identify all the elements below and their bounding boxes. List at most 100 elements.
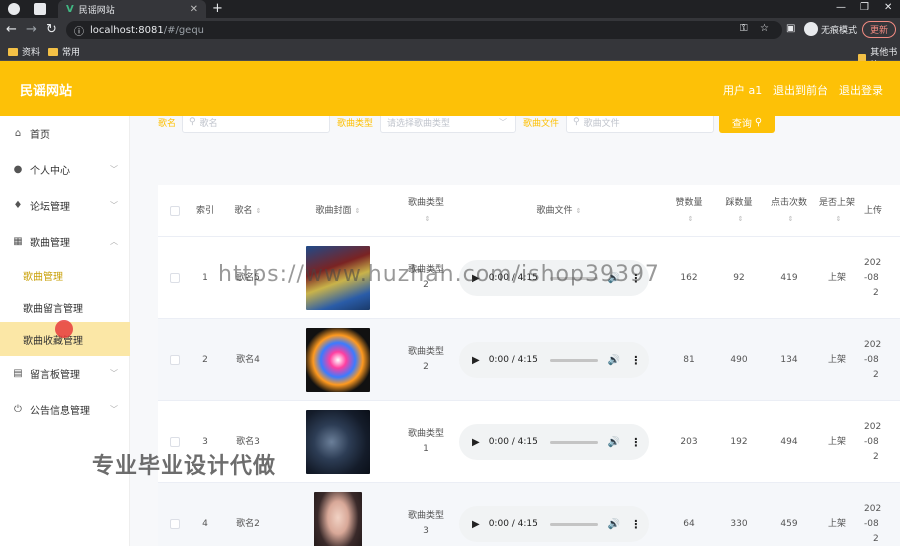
date-part: -08 [864, 354, 879, 365]
row-checkbox[interactable] [170, 273, 180, 283]
grid-icon: ▦ [13, 235, 23, 247]
song-cover-image[interactable] [306, 410, 370, 474]
sidepanel-icon[interactable]: ▣ [786, 23, 795, 34]
column-header-label: 歌曲类型 [407, 197, 444, 208]
sidebar-item-messageboard[interactable]: ▤ 留言板管理 ﹀ [0, 356, 130, 390]
column-header-label: 赞数量 [675, 197, 703, 208]
cell-likes: 162 [680, 272, 698, 283]
column-header-label: 踩数量 [725, 197, 753, 208]
cell-index: 4 [202, 518, 208, 529]
sidebar-item-announcements[interactable]: ⏻ 公告信息管理 ﹀ [0, 392, 130, 426]
browser-profile-icon[interactable] [8, 3, 20, 15]
forward-icon[interactable]: → [26, 22, 37, 37]
sidebar-item-personal-center[interactable]: ● 个人中心 ﹀ [0, 152, 130, 186]
incognito-indicator[interactable]: 无痕模式 [804, 22, 857, 36]
row-checkbox[interactable] [170, 437, 180, 447]
column-header-file[interactable]: 歌曲文件 ⇕ [454, 185, 664, 236]
close-tab-icon[interactable]: ✕ [190, 4, 198, 15]
sort-icon[interactable]: ⇕ [355, 203, 361, 219]
play-icon[interactable]: ▶ [472, 437, 480, 448]
clipboard-icon: ▤ [13, 367, 23, 379]
more-options-icon[interactable]: ⋮ [630, 518, 641, 531]
more-options-icon[interactable]: ⋮ [630, 354, 641, 367]
song-cover-image[interactable] [314, 492, 362, 546]
site-info-icon[interactable]: ⓘ [74, 23, 84, 38]
sidebar-subitem-song-comments[interactable]: 歌曲留言管理 [0, 290, 130, 324]
back-to-frontend-link[interactable]: 退出到前台 [773, 82, 828, 98]
column-header-cover[interactable]: 歌曲封面 ⇕ [278, 185, 398, 236]
type-label: 歌曲类型 [407, 347, 444, 357]
type-number: 3 [423, 526, 429, 536]
update-button[interactable]: 更新 [862, 21, 896, 38]
address-bar[interactable]: ⓘ localhost:8081 /#/gequ [66, 21, 782, 39]
chevron-up-icon: ︿ [110, 236, 118, 246]
logout-link[interactable]: 退出登录 [839, 82, 883, 98]
sort-icon[interactable]: ⇕ [256, 203, 262, 219]
song-file-input[interactable]: ⚲ 歌曲文件 [566, 116, 714, 133]
sort-icon[interactable]: ⇕ [688, 211, 694, 227]
play-icon[interactable]: ▶ [472, 355, 480, 366]
cell-dislikes: 192 [730, 436, 748, 447]
bookmark-star-icon[interactable]: ☆ [760, 23, 769, 34]
vue-logo-icon: V [66, 3, 74, 15]
reload-icon[interactable]: ↻ [46, 22, 57, 37]
minimize-icon[interactable]: — [836, 2, 846, 13]
row-checkbox[interactable] [170, 355, 180, 365]
audio-progress-bar[interactable] [549, 440, 598, 444]
sidebar-item-songs[interactable]: ▦ 歌曲管理 ︿ [0, 224, 130, 258]
volume-icon[interactable]: 🔊 [608, 437, 620, 448]
song-file-placeholder: 歌曲文件 [583, 118, 620, 129]
search-button[interactable]: 查询 ⚲ [719, 116, 775, 133]
column-header-clicks[interactable]: 点击次数 ⇕ [764, 185, 814, 236]
window-close-icon[interactable]: ✕ [884, 2, 892, 13]
row-checkbox-cell [158, 237, 192, 319]
sort-icon[interactable]: ⇕ [836, 211, 842, 227]
tab-title: 民谣网站 [78, 5, 115, 16]
song-name-input[interactable]: ⚲ 歌名 [182, 116, 330, 133]
select-all-checkbox[interactable] [170, 205, 180, 216]
song-cover-image[interactable] [306, 328, 370, 392]
browser-tab[interactable]: V 民谣网站 ✕ [58, 0, 206, 18]
song-name-placeholder: 歌名 [199, 118, 218, 129]
volume-icon[interactable]: 🔊 [608, 355, 620, 366]
more-options-icon[interactable]: ⋮ [630, 436, 641, 449]
cell-type: 歌曲类型 1 [398, 401, 454, 483]
chevron-down-icon: ﹀ [499, 117, 507, 127]
audio-player[interactable]: ▶ 0:00 / 4:15 🔊 ⋮ [459, 506, 649, 542]
column-header-type[interactable]: 歌曲类型 ⇕ [398, 185, 454, 236]
sort-icon[interactable]: ⇕ [576, 203, 582, 219]
bookmark-folder-ziliao[interactable]: 资料 [8, 45, 40, 58]
search-icon: ⚲ [573, 117, 580, 127]
restore-icon[interactable]: ❐ [860, 2, 869, 13]
audio-player[interactable]: ▶ 0:00 / 4:15 🔊 ⋮ [459, 342, 649, 378]
promo-watermark: 专业毕业设计代做 [92, 454, 277, 479]
date-part: -08 [864, 518, 879, 529]
sidebar-item-forum[interactable]: ♦ 论坛管理 ﹀ [0, 188, 130, 222]
sort-icon[interactable]: ⇕ [788, 211, 794, 227]
audio-player[interactable]: ▶ 0:00 / 4:15 🔊 ⋮ [459, 424, 649, 460]
cell-type: 歌曲类型 3 [398, 483, 454, 546]
column-header-status[interactable]: 是否上架 ⇕ [814, 185, 860, 236]
back-icon[interactable]: ← [6, 22, 17, 37]
tab-overview-icon[interactable] [34, 3, 46, 15]
audio-progress-bar[interactable] [549, 358, 598, 362]
sidebar-subitem-song-management[interactable]: 歌曲管理 [0, 258, 130, 292]
bookmark-folder-changyong[interactable]: 常用 [48, 45, 80, 58]
row-checkbox[interactable] [170, 519, 180, 529]
column-header-dislikes[interactable]: 踩数量 ⇕ [714, 185, 764, 236]
update-label: 更新 [869, 26, 888, 36]
sort-icon[interactable]: ⇕ [425, 211, 431, 227]
column-header-likes[interactable]: 赞数量 ⇕ [664, 185, 714, 236]
incognito-icon [804, 22, 818, 36]
song-type-select[interactable]: 请选择歌曲类型 ﹀ [380, 116, 516, 133]
audio-progress-bar[interactable] [549, 522, 598, 526]
volume-icon[interactable]: 🔊 [608, 519, 620, 530]
column-header-name[interactable]: 歌名 ⇕ [218, 185, 278, 236]
sidebar-item-label: 个人中心 [30, 165, 70, 177]
sort-icon[interactable]: ⇕ [738, 211, 744, 227]
column-header-upload[interactable]: 上传 [860, 185, 900, 236]
play-icon[interactable]: ▶ [472, 519, 480, 530]
key-icon[interactable]: ⚿ [740, 23, 748, 34]
sidebar-item-home[interactable]: ⌂ 首页 [0, 116, 130, 150]
new-tab-icon[interactable]: + [212, 1, 223, 16]
